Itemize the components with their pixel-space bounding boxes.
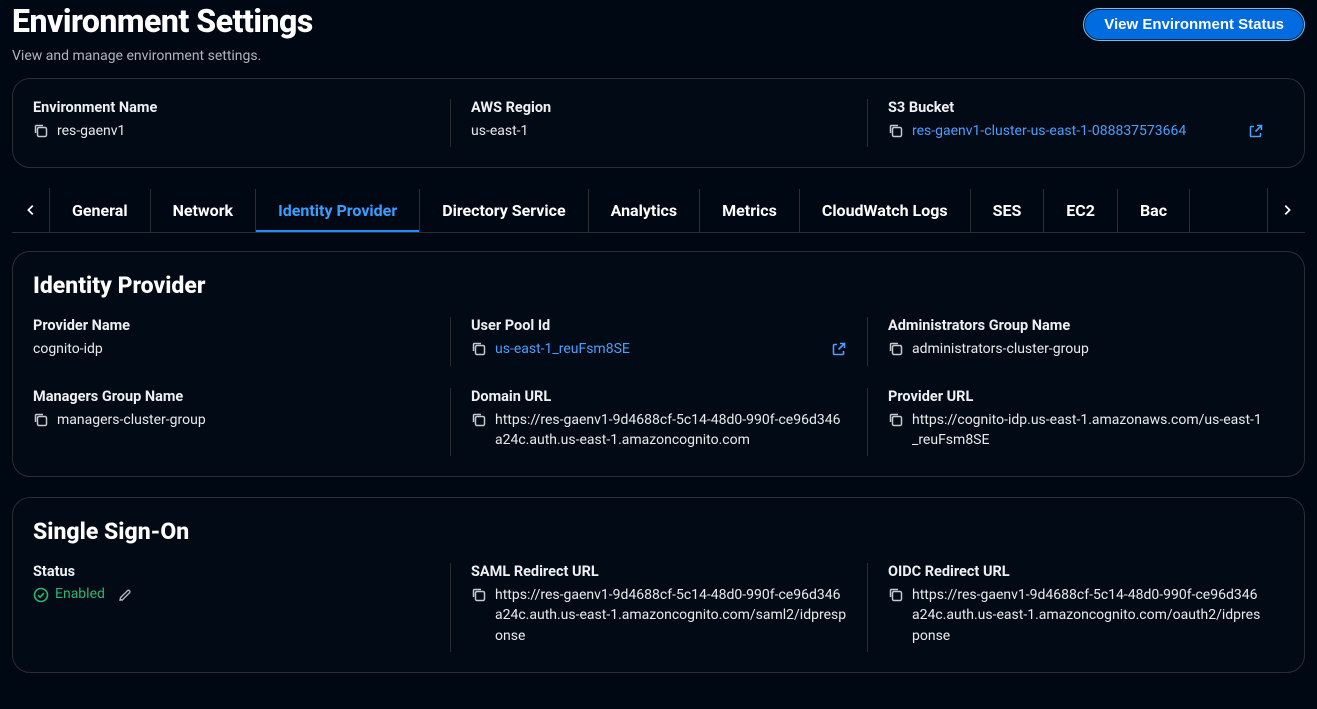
tab-directory-service[interactable]: Directory Service bbox=[420, 189, 588, 232]
user-pool-id-label: User Pool Id bbox=[471, 317, 847, 334]
tab-ses[interactable]: SES bbox=[971, 189, 1045, 232]
s3-bucket-label: S3 Bucket bbox=[888, 99, 1264, 116]
env-name-label: Environment Name bbox=[33, 99, 430, 116]
copy-icon[interactable] bbox=[471, 587, 487, 603]
single-sign-on-card: Single Sign-On Status Enabled SAML Redir… bbox=[12, 497, 1305, 673]
identity-provider-title: Identity Provider bbox=[33, 272, 1284, 299]
copy-icon[interactable] bbox=[888, 412, 904, 428]
copy-icon[interactable] bbox=[471, 341, 487, 357]
aws-region-value: us-east-1 bbox=[471, 121, 847, 141]
copy-icon[interactable] bbox=[888, 341, 904, 357]
user-pool-id-link[interactable]: us-east-1_reuFsm8SE bbox=[495, 339, 823, 359]
copy-icon[interactable] bbox=[33, 123, 49, 139]
copy-icon[interactable] bbox=[888, 123, 904, 139]
sso-title: Single Sign-On bbox=[33, 518, 1284, 545]
copy-icon[interactable] bbox=[888, 587, 904, 603]
tab-ec2[interactable]: EC2 bbox=[1044, 189, 1118, 232]
tabs-scroll-left-button[interactable] bbox=[12, 188, 50, 232]
external-link-icon[interactable] bbox=[1248, 123, 1264, 139]
domain-url-value: https://res-gaenv1-9d4688cf-5c14-48d0-99… bbox=[495, 410, 847, 451]
copy-icon[interactable] bbox=[33, 412, 49, 428]
provider-name-label: Provider Name bbox=[33, 317, 430, 334]
tab-identity-provider[interactable]: Identity Provider bbox=[256, 189, 420, 232]
sso-status-text: Enabled bbox=[55, 586, 105, 602]
s3-bucket-link[interactable]: res-gaenv1-cluster-us-east-1-08883757366… bbox=[912, 121, 1240, 141]
external-link-icon[interactable] bbox=[831, 341, 847, 357]
identity-provider-card: Identity Provider Provider Name cognito-… bbox=[12, 251, 1305, 477]
tab-analytics[interactable]: Analytics bbox=[589, 189, 701, 232]
copy-icon[interactable] bbox=[471, 412, 487, 428]
tab-general[interactable]: General bbox=[50, 189, 151, 232]
environment-summary-card: Environment Name res-gaenv1 AWS Region u… bbox=[12, 78, 1305, 168]
aws-region-label: AWS Region bbox=[471, 99, 847, 116]
page-title: Environment Settings bbox=[12, 2, 313, 40]
admins-group-label: Administrators Group Name bbox=[888, 317, 1264, 334]
sso-status-value: Enabled bbox=[33, 585, 430, 603]
tabs-scroll-right-button[interactable] bbox=[1267, 188, 1305, 232]
oidc-redirect-label: OIDC Redirect URL bbox=[888, 563, 1264, 580]
tab-metrics[interactable]: Metrics bbox=[700, 189, 800, 232]
tab-bac[interactable]: Bac bbox=[1118, 189, 1190, 232]
provider-url-label: Provider URL bbox=[888, 388, 1264, 405]
view-environment-status-button[interactable]: View Environment Status bbox=[1083, 8, 1305, 41]
edit-sso-button[interactable] bbox=[117, 587, 133, 603]
provider-name-value: cognito-idp bbox=[33, 339, 430, 359]
sso-status-label: Status bbox=[33, 563, 430, 580]
domain-url-label: Domain URL bbox=[471, 388, 847, 405]
check-circle-icon bbox=[33, 587, 49, 603]
managers-group-value: managers-cluster-group bbox=[57, 410, 430, 430]
page-subtitle: View and manage environment settings. bbox=[12, 48, 313, 64]
admins-group-value: administrators-cluster-group bbox=[912, 339, 1264, 359]
tab-cloudwatch-logs[interactable]: CloudWatch Logs bbox=[800, 189, 971, 232]
tab-network[interactable]: Network bbox=[151, 189, 257, 232]
oidc-redirect-value: https://res-gaenv1-9d4688cf-5c14-48d0-99… bbox=[912, 585, 1264, 646]
provider-url-value: https://cognito-idp.us-east-1.amazonaws.… bbox=[912, 410, 1264, 451]
settings-tabs: GeneralNetworkIdentity ProviderDirectory… bbox=[12, 188, 1305, 233]
saml-redirect-label: SAML Redirect URL bbox=[471, 563, 847, 580]
env-name-value: res-gaenv1 bbox=[57, 121, 430, 141]
saml-redirect-value: https://res-gaenv1-9d4688cf-5c14-48d0-99… bbox=[495, 585, 847, 646]
managers-group-label: Managers Group Name bbox=[33, 388, 430, 405]
